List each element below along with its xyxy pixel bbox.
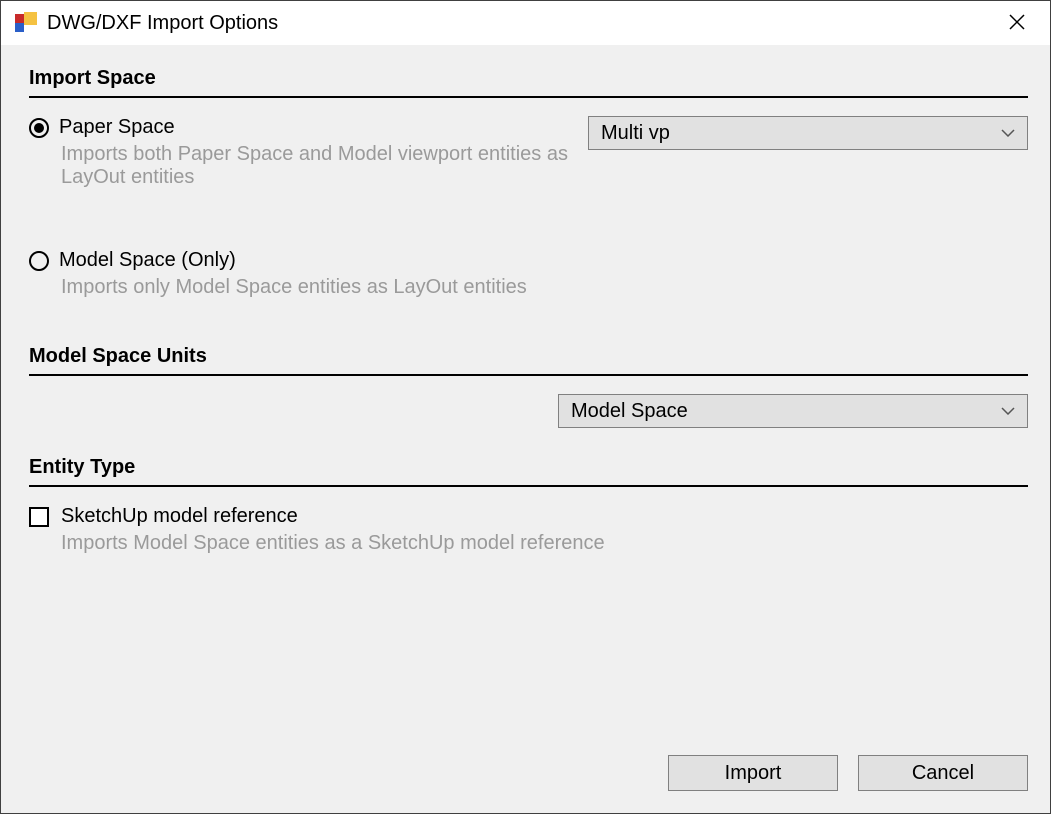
model-space-units-select[interactable]: Model Space xyxy=(558,394,1028,428)
cancel-button[interactable]: Cancel xyxy=(858,755,1028,791)
dialog-window: DWG/DXF Import Options Import Space xyxy=(0,0,1051,814)
cancel-button-label: Cancel xyxy=(912,762,974,785)
checkbox-sketchup-reference[interactable]: SketchUp model reference xyxy=(29,505,1028,528)
radio-model-space-label: Model Space (Only) xyxy=(59,249,236,272)
checkbox-sketchup-reference-label: SketchUp model reference xyxy=(61,505,298,528)
import-button-label: Import xyxy=(725,762,782,785)
model-space-description: Imports only Model Space entities as Lay… xyxy=(61,276,1028,299)
model-space-units-value: Model Space xyxy=(571,400,688,423)
section-header-model-space-units: Model Space Units xyxy=(29,345,1028,376)
chevron-down-icon xyxy=(1001,129,1015,137)
app-icon xyxy=(15,12,37,34)
chevron-down-icon xyxy=(1001,407,1015,415)
radio-model-space[interactable]: Model Space (Only) xyxy=(29,249,1028,272)
close-icon xyxy=(1008,13,1026,36)
dialog-content: Import Space Paper Space Imports both Pa… xyxy=(1,45,1050,813)
sketchup-reference-description: Imports Model Space entities as a Sketch… xyxy=(61,532,1028,555)
titlebar: DWG/DXF Import Options xyxy=(1,1,1050,45)
import-space-row: Paper Space Imports both Paper Space and… xyxy=(29,116,1028,189)
radio-paper-space-label: Paper Space xyxy=(59,116,175,139)
section-header-entity-type: Entity Type xyxy=(29,456,1028,487)
radio-icon xyxy=(29,251,49,271)
close-button[interactable] xyxy=(1002,9,1032,39)
radio-icon xyxy=(29,118,49,138)
window-title: DWG/DXF Import Options xyxy=(47,12,278,35)
checkbox-icon xyxy=(29,507,49,527)
viewport-select[interactable]: Multi vp xyxy=(588,116,1028,150)
radio-paper-space[interactable]: Paper Space xyxy=(29,116,568,139)
paper-space-description: Imports both Paper Space and Model viewp… xyxy=(61,143,568,189)
button-bar: Import Cancel xyxy=(29,755,1028,813)
section-header-import-space: Import Space xyxy=(29,67,1028,98)
viewport-select-value: Multi vp xyxy=(601,122,670,145)
import-button[interactable]: Import xyxy=(668,755,838,791)
